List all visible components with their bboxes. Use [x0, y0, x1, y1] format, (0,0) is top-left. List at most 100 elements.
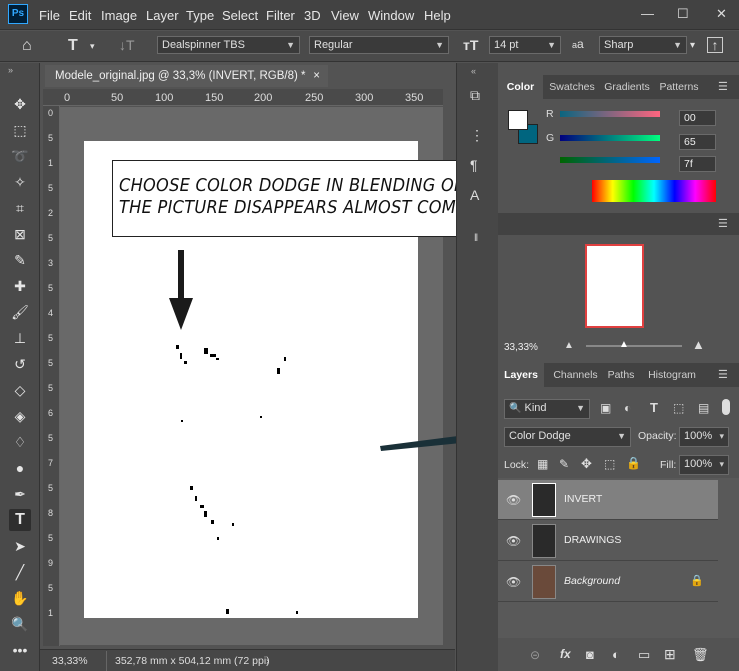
menu-3d[interactable]: 3D: [304, 8, 321, 23]
zoom-tool-icon[interactable]: 🔍: [9, 613, 31, 635]
lock-position-icon[interactable]: ✥: [581, 456, 592, 472]
more-tools-icon[interactable]: •••: [9, 639, 31, 661]
navigator-preview[interactable]: [585, 244, 644, 328]
healing-brush-tool-icon[interactable]: ✚: [9, 275, 31, 297]
brush-tool-icon[interactable]: 🖌: [9, 301, 31, 323]
fx-icon[interactable]: fx: [560, 647, 571, 661]
mask-icon[interactable]: ◙: [586, 647, 594, 662]
paragraph-icon[interactable]: ¶: [470, 157, 478, 173]
trash-icon[interactable]: 🗑: [692, 647, 709, 663]
pen-tool-icon[interactable]: ✒: [9, 483, 31, 505]
menu-select[interactable]: Select: [222, 8, 258, 23]
status-arrow-icon[interactable]: ›: [266, 651, 270, 671]
adjustment-icon[interactable]: ◐: [612, 647, 620, 662]
chevron-down-icon[interactable]: ▾: [90, 41, 95, 52]
document-tab[interactable]: Modele_original.jpg @ 33,3% (INVERT, RGB…: [45, 65, 328, 87]
tab-color[interactable]: Color: [498, 75, 543, 99]
visibility-eye-icon[interactable]: 👁: [506, 534, 521, 548]
g-value-input[interactable]: 65: [679, 134, 716, 150]
share-icon[interactable]: ↑: [707, 37, 723, 53]
lasso-tool-icon[interactable]: ➰: [9, 145, 31, 167]
clone-stamp-tool-icon[interactable]: ⊥: [9, 327, 31, 349]
foreground-color-swatch[interactable]: [508, 110, 528, 130]
tab-gradients[interactable]: Gradients: [600, 75, 654, 99]
tab-layers[interactable]: Layers: [498, 363, 544, 387]
lock-transparent-icon[interactable]: ▦: [537, 457, 548, 471]
frame-tool-icon[interactable]: ⊠: [9, 223, 31, 245]
type-tool-icon[interactable]: T: [9, 509, 31, 531]
panel-grip-icon[interactable]: ‖: [474, 233, 478, 244]
menu-image[interactable]: Image: [101, 8, 137, 23]
filter-pixel-icon[interactable]: ▣: [600, 401, 611, 415]
lock-artboard-icon[interactable]: ⬚: [604, 457, 615, 471]
navigator-zoom[interactable]: 33,33%: [504, 342, 538, 353]
lock-image-icon[interactable]: ✎: [559, 457, 569, 471]
tab-channels[interactable]: Channels: [548, 363, 603, 387]
status-zoom[interactable]: 33,33%: [52, 651, 88, 671]
color-spectrum[interactable]: [592, 180, 716, 202]
layer-row[interactable]: 👁 Background 🔒: [498, 562, 718, 602]
g-slider[interactable]: [560, 135, 660, 141]
layer-row[interactable]: 👁 DRAWINGS: [498, 521, 718, 561]
text-orientation-icon[interactable]: ↓T: [119, 37, 135, 53]
visibility-eye-icon[interactable]: 👁: [506, 493, 521, 507]
collapse-icon[interactable]: «: [471, 66, 476, 76]
menu-file[interactable]: File: [39, 8, 60, 23]
eraser-tool-icon[interactable]: ◇: [9, 379, 31, 401]
dodge-tool-icon[interactable]: ●: [9, 457, 31, 479]
lock-all-icon[interactable]: 🔒: [626, 456, 641, 470]
group-icon[interactable]: ▭: [638, 647, 650, 663]
collapse-icon[interactable]: »: [8, 65, 13, 75]
layer-filter-dropdown[interactable]: 🔍 Kind ▼: [504, 399, 590, 419]
maximize-button[interactable]: ☐: [677, 6, 689, 22]
layer-row[interactable]: 👁 INVERT: [498, 480, 718, 520]
brush-settings-icon[interactable]: ⋮: [470, 127, 484, 144]
type-tool-preset-icon[interactable]: T: [68, 37, 78, 55]
tab-paths[interactable]: Paths: [604, 363, 638, 387]
line-tool-icon[interactable]: ╱: [9, 561, 31, 583]
move-tool-icon[interactable]: ✥: [9, 93, 31, 115]
tab-patterns[interactable]: Patterns: [654, 75, 704, 99]
zoom-out-icon[interactable]: ▲: [564, 340, 574, 351]
opacity-input[interactable]: 100% ▾: [679, 427, 729, 447]
filter-adjustment-icon[interactable]: ◐: [624, 401, 631, 415]
menu-window[interactable]: Window: [368, 8, 414, 23]
font-style-dropdown[interactable]: Regular ▼: [309, 36, 449, 54]
visibility-eye-icon[interactable]: 👁: [506, 575, 521, 589]
eyedropper-tool-icon[interactable]: ✎: [9, 249, 31, 271]
navigator-zoom-slider[interactable]: [586, 345, 682, 347]
crop-tool-icon[interactable]: ⌗: [9, 197, 31, 219]
history-icon[interactable]: ⧉: [470, 87, 480, 104]
history-brush-tool-icon[interactable]: ↺: [9, 353, 31, 375]
marquee-tool-icon[interactable]: ⬚: [9, 119, 31, 141]
slider-thumb-icon[interactable]: ▲: [619, 339, 629, 350]
minimize-button[interactable]: —: [641, 6, 654, 21]
panel-menu-icon[interactable]: ☰: [718, 368, 728, 381]
hand-tool-icon[interactable]: ✋: [9, 587, 31, 609]
anti-alias-dropdown[interactable]: Sharp ▼: [599, 36, 687, 54]
panel-menu-icon[interactable]: ☰: [718, 217, 728, 230]
fill-input[interactable]: 100% ▾: [679, 455, 729, 475]
r-slider[interactable]: [560, 111, 660, 117]
filter-shape-icon[interactable]: ⬚: [673, 401, 684, 415]
character-icon[interactable]: A: [470, 187, 479, 203]
panel-menu-icon[interactable]: ☰: [718, 80, 728, 93]
filter-toggle-icon[interactable]: [722, 399, 730, 415]
font-family-dropdown[interactable]: Dealspinner TBS ▼: [157, 36, 300, 54]
menu-filter[interactable]: Filter: [266, 8, 295, 23]
menu-help[interactable]: Help: [424, 8, 451, 23]
blend-mode-dropdown[interactable]: Color Dodge ▼: [504, 427, 631, 447]
font-size-dropdown[interactable]: 14 pt ▼: [489, 36, 561, 54]
link-icon[interactable]: ⊝: [530, 648, 540, 662]
blur-tool-icon[interactable]: ♢: [9, 431, 31, 453]
new-layer-icon[interactable]: ⊞: [664, 646, 676, 663]
filter-smart-object-icon[interactable]: ▤: [698, 401, 709, 415]
chevron-down-icon[interactable]: ▾: [690, 40, 695, 51]
zoom-in-icon[interactable]: ▲: [692, 337, 705, 352]
b-slider[interactable]: [560, 157, 660, 163]
menu-view[interactable]: View: [331, 8, 359, 23]
menu-type[interactable]: Type: [186, 8, 214, 23]
magic-wand-tool-icon[interactable]: ✧: [9, 171, 31, 193]
menu-layer[interactable]: Layer: [146, 8, 179, 23]
close-tab-icon[interactable]: ×: [313, 65, 320, 87]
